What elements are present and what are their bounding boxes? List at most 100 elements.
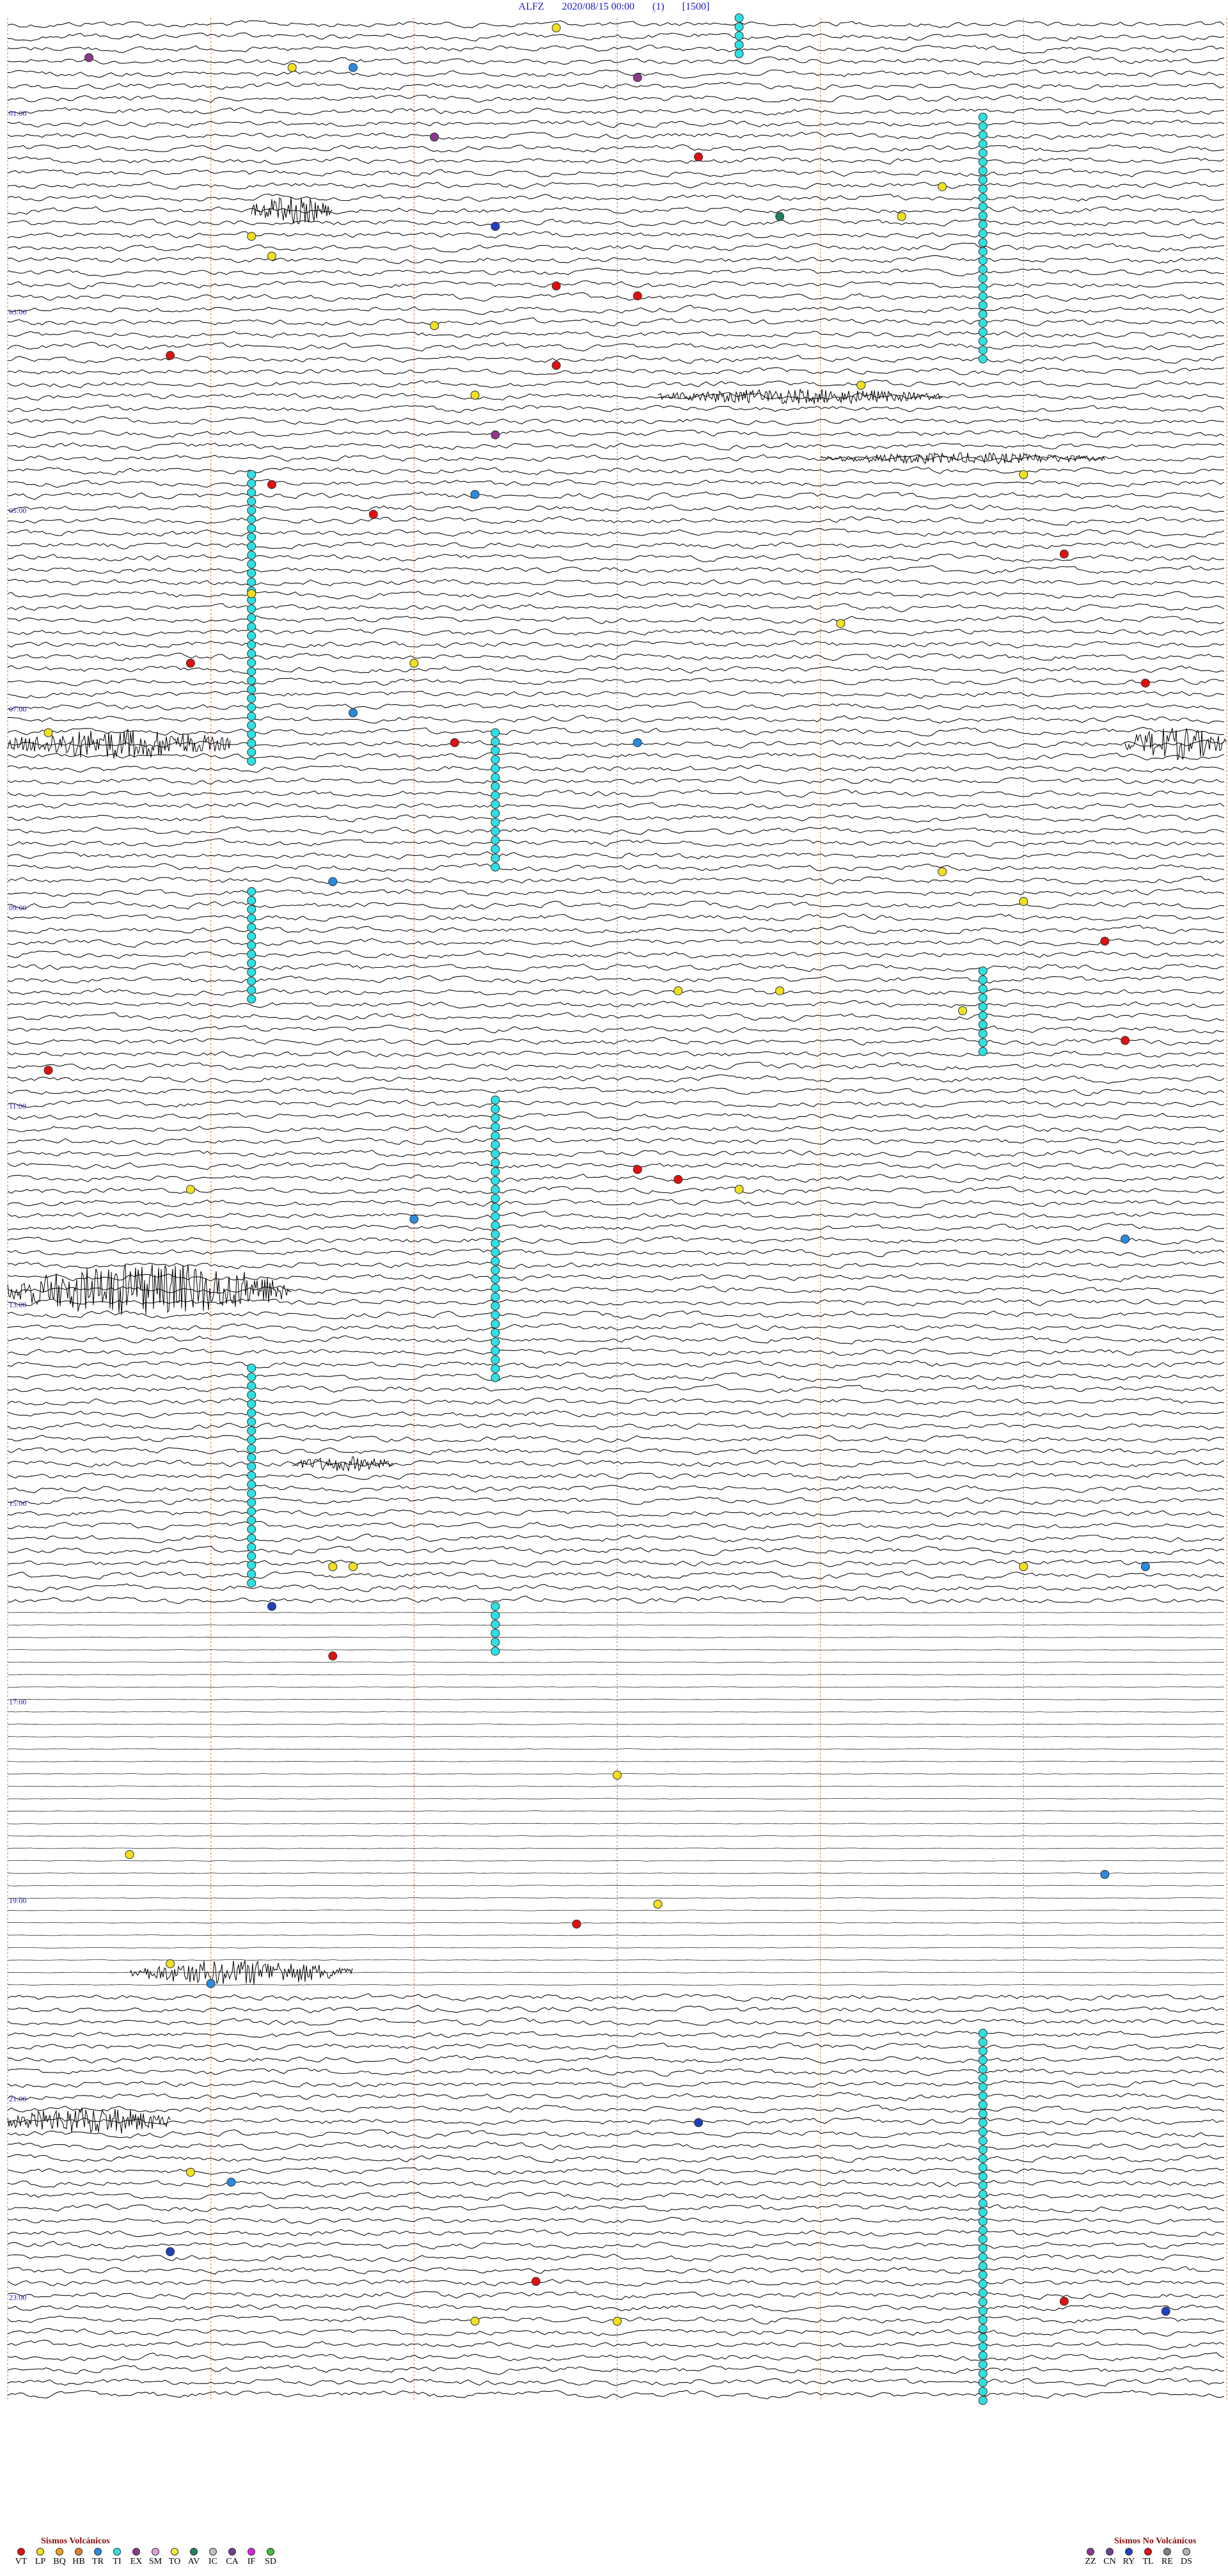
event-marker [613,2316,622,2326]
minute-gridlines [7,18,1227,2401]
ti-event-marker [978,2082,988,2092]
event-marker [1059,549,1069,559]
ti-event-marker [978,2055,988,2065]
hour-label: 17:00 [9,1697,26,1706]
legend-code: TI [113,2557,122,2566]
legend-color-dot [1106,2548,1114,2556]
trace-line [7,590,1225,600]
trace-line [7,2067,1225,2077]
event-marker [673,986,683,995]
legend-color-dot [132,2548,140,2556]
ti-event-marker [978,2046,988,2056]
ti-event-marker [247,470,256,479]
trace-line [7,392,1225,400]
ti-event-marker [247,949,256,959]
hour-label: 09:00 [9,903,26,912]
trace-line [7,1050,1225,1058]
event-marker [775,986,785,995]
ti-event-marker [491,1167,500,1176]
ti-event-marker [978,2172,988,2181]
ti-event-marker [491,1104,500,1114]
ti-event-marker [978,2297,988,2307]
trace-line [7,516,1225,526]
ti-event-marker [978,184,988,194]
ti-event-marker [978,2387,988,2396]
event-marker [491,430,500,439]
legend-item: CA [223,2548,242,2567]
ti-event-marker [247,505,256,515]
trace-line [7,677,1225,686]
trace-line [7,1137,1225,1146]
ti-event-marker [247,1381,256,1391]
trace-line [7,2129,1225,2139]
ti-event-marker [734,31,744,40]
trace-line [7,56,1225,65]
ti-event-marker [247,756,256,766]
event-marker [43,1066,53,1075]
ti-event-marker [247,684,256,694]
trace-line [7,1993,1225,2002]
ti-event-marker [978,211,988,221]
ti-event-marker [978,310,988,319]
trace-line [7,354,1225,364]
non-volcanic-legend-items: ZZ CN RY TL RE DS [1081,2548,1196,2567]
ti-event-marker [491,1611,500,1620]
trace-line [7,1711,1225,1713]
trace-line [7,1173,1225,1183]
trace-line [7,1533,1225,1544]
ti-event-marker [491,1122,500,1132]
event-marker [775,212,785,221]
ti-event-marker [978,2315,988,2325]
event-marker [613,1771,622,1780]
ti-event-marker [978,2109,988,2119]
trace-line [7,1037,1225,1046]
trace-line [7,2141,1225,2151]
trace-line [7,1508,1225,1517]
legend-code: RY [1122,2557,1135,2566]
ti-event-marker [491,1337,500,1347]
ti-event-marker [491,782,500,791]
ti-event-marker [978,122,988,131]
legend-color-dot [17,2548,25,2556]
trace-line [7,1298,1225,1307]
trace-line [7,304,1225,315]
event-marker [368,510,378,519]
trace-line [7,2266,1224,2275]
trace-line [7,640,1225,649]
ti-event-marker [491,1212,500,1221]
ti-event-marker [978,301,988,310]
ti-event-marker [247,559,256,569]
trace-line [7,367,1225,375]
ti-event-marker [978,2136,988,2145]
event-marker [694,152,704,162]
event-marker [551,361,561,370]
legend-code: IC [209,2557,217,2566]
ti-event-marker [247,720,256,730]
legend-item: AV [184,2548,203,2567]
trace-line [7,280,1225,289]
trace-line [7,924,1225,935]
trace-line [7,863,1225,873]
trace-line [7,1372,1225,1382]
trace-line [7,1673,1225,1675]
legend-code: IF [247,2557,256,2566]
ti-event-marker [978,2154,988,2163]
ti-event-marker [247,1506,256,1516]
ti-event-marker [491,1346,500,1355]
trace-line [7,182,1225,190]
legend-code: CN [1103,2557,1116,2566]
trace-line [7,1835,1225,1837]
ti-event-marker [978,2360,988,2369]
trace-line [7,504,1225,513]
ti-event-marker [247,1390,256,1400]
ti-event-marker [491,1602,500,1611]
trace-line [7,752,1225,761]
legend-item: BQ [50,2548,69,2567]
legend-color-dot [56,2548,63,2556]
legend-code: BQ [53,2557,66,2566]
ti-event-marker [247,1417,256,1426]
ti-event-marker [978,336,988,346]
ti-event-marker [978,2100,988,2110]
ti-event-marker [247,604,256,613]
ti-event-marker [491,809,500,818]
